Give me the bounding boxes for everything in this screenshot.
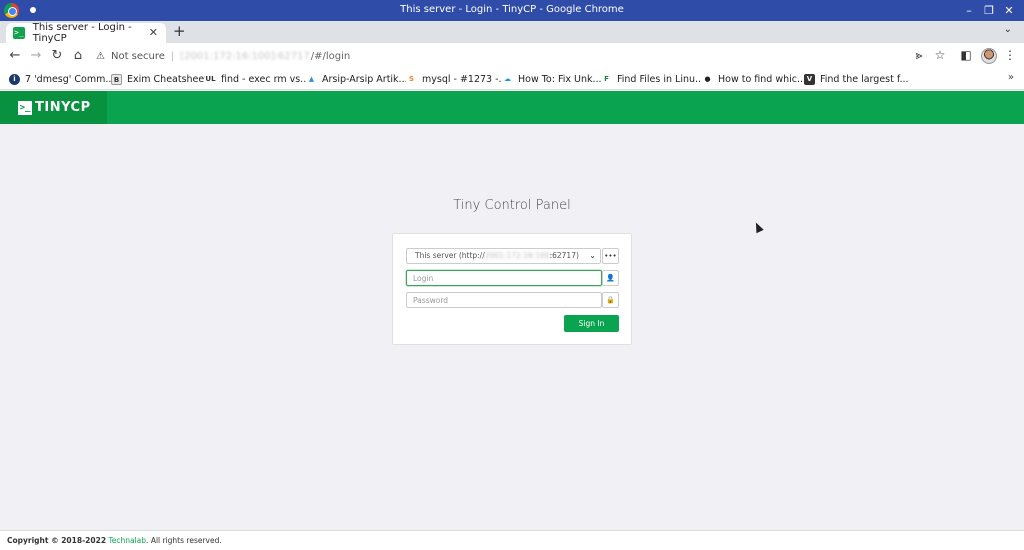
bookmark-item[interactable]: V Find the largest f...	[804, 72, 909, 87]
back-arrow-icon[interactable]: ←	[7, 48, 23, 63]
footer-rights: . All rights reserved.	[146, 536, 222, 545]
login-card: This server (http://2001:172:16:100:6271…	[392, 233, 632, 345]
profile-avatar[interactable]	[981, 48, 997, 64]
share-icon[interactable]: ⪢	[912, 48, 926, 63]
chevron-down-icon: ⌄	[589, 251, 596, 260]
omnibox-separator: |	[170, 50, 175, 62]
password-input[interactable]	[406, 292, 602, 308]
sign-in-button[interactable]: Sign In	[564, 315, 619, 332]
bookmark-item[interactable]: S mysql - #1273 -...	[406, 72, 508, 87]
bookmarks-overflow-icon[interactable]: »	[1008, 72, 1014, 83]
bookmark-item[interactable]: ▲ Arsip-Arsip Artik...	[306, 72, 408, 87]
bookmark-favicon-icon: ☁	[502, 74, 513, 85]
login-input[interactable]	[406, 270, 602, 286]
brand-name: TINYCP	[35, 100, 91, 115]
tinycp-favicon-icon: >_	[13, 27, 25, 39]
bookmark-label: Exim Cheatsheet	[127, 74, 208, 85]
close-icon[interactable]: ✕	[1000, 2, 1018, 19]
bookmark-item[interactable]: B Exim Cheatsheet	[111, 72, 208, 87]
server-select-suffix: :62717)	[549, 251, 579, 260]
bookmark-label: How to find whic...	[718, 74, 807, 85]
app-header: >_ TINYCP	[0, 91, 1024, 124]
bookmark-item[interactable]: ☁ How To: Fix Unk...	[502, 72, 602, 87]
minimize-icon[interactable]: –	[960, 2, 978, 19]
bookmark-label: 7 'dmesg' Comm...	[25, 74, 115, 85]
server-row: This server (http://2001:172:16:100:6271…	[406, 248, 619, 264]
terminal-logo-icon: >_	[18, 100, 32, 115]
browser-toolbar: ← → ↻ ⌂ ⚠ Not secure | [2001:172:16:100]…	[0, 43, 1024, 69]
bookmark-label: mysql - #1273 -...	[422, 74, 508, 85]
tab-login[interactable]: >_ This server - Login - TinyCP ✕	[6, 22, 166, 44]
home-icon[interactable]: ⌂	[70, 48, 86, 63]
server-select-host: 2001:172:16:100	[484, 251, 550, 260]
side-panel-icon[interactable]: ◧	[959, 48, 973, 62]
chrome-menu-icon[interactable]: ⋮	[1003, 48, 1017, 62]
bookmark-label: Find Files in Linu...	[617, 74, 705, 85]
url-path[interactable]: /#/login	[311, 51, 350, 62]
tab-search-chevron-icon[interactable]: ⌄	[1004, 24, 1012, 35]
login-row: 👤	[406, 270, 619, 286]
server-select-prefix: This server (http://	[415, 251, 485, 260]
bookmark-favicon-icon: S	[406, 74, 417, 85]
tab-close-icon[interactable]: ✕	[149, 26, 158, 39]
bookmark-item[interactable]: F Find Files in Linu...	[601, 72, 704, 87]
bookmark-favicon-icon: F	[601, 74, 612, 85]
address-bar[interactable]: ⚠ Not secure | [2001:172:16:100]:62717 /…	[96, 47, 896, 65]
url-host[interactable]: [2001:172:16:100]:62717	[180, 51, 309, 62]
mouse-cursor-icon	[752, 220, 764, 234]
bookmark-favicon-icon: B	[111, 74, 122, 85]
page-title: Tiny Control Panel	[453, 198, 571, 213]
brand-logo[interactable]: >_ TINYCP	[0, 91, 107, 124]
password-row: 🔒	[406, 292, 619, 308]
bookmark-label: How To: Fix Unk...	[518, 74, 602, 85]
tab-title: This server - Login - TinyCP	[32, 22, 132, 44]
tab-strip: >_ This server - Login - TinyCP ✕ + ⌄	[0, 21, 1024, 44]
bookmark-favicon-icon: i	[9, 74, 20, 85]
bookmarks-bar: i 7 'dmesg' Comm... B Exim Cheatsheet UL…	[0, 69, 1024, 90]
bookmark-favicon-icon: ●	[702, 74, 713, 85]
window-title: This server - Login - TinyCP - Google Ch…	[400, 4, 624, 15]
bookmark-label: Find the largest f...	[820, 74, 909, 85]
security-label[interactable]: Not secure	[111, 51, 165, 62]
user-icon: 👤	[602, 270, 619, 286]
reload-icon[interactable]: ↻	[49, 48, 65, 63]
forward-arrow-icon[interactable]: →	[28, 48, 44, 63]
window-titlebar: This server - Login - TinyCP - Google Ch…	[0, 0, 1024, 21]
bookmark-item[interactable]: i 7 'dmesg' Comm...	[9, 72, 114, 87]
bookmark-star-icon[interactable]: ☆	[933, 48, 947, 62]
bookmark-item[interactable]: ● How to find whic...	[702, 72, 806, 87]
bookmark-label: Arsip-Arsip Artik...	[322, 74, 408, 85]
server-select[interactable]: This server (http://2001:172:16:100:6271…	[406, 248, 601, 264]
bookmark-item[interactable]: UL find - exec rm vs...	[205, 72, 309, 87]
bookmark-label: find - exec rm vs...	[221, 74, 310, 85]
server-options-button[interactable]: •••	[602, 248, 619, 264]
bookmark-favicon-icon: UL	[205, 74, 216, 85]
footer: Copyright © 2018-2022 Technalab. All rig…	[0, 530, 1024, 550]
bookmark-favicon-icon: V	[804, 74, 815, 85]
footer-company-link[interactable]: Technalab	[108, 536, 146, 545]
restore-icon[interactable]: ❐	[980, 2, 998, 19]
new-tab-button[interactable]: +	[173, 22, 186, 40]
lock-icon: 🔒	[602, 292, 619, 308]
bookmark-favicon-icon: ▲	[306, 74, 317, 85]
warning-icon[interactable]: ⚠	[96, 51, 105, 62]
footer-copyright: Copyright © 2018-2022	[7, 536, 107, 545]
